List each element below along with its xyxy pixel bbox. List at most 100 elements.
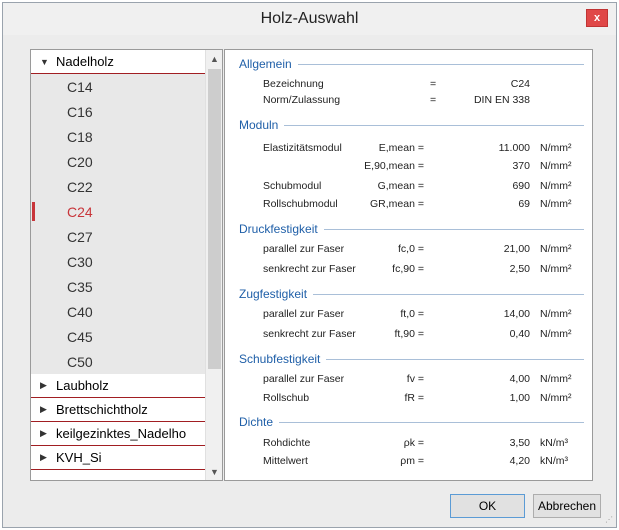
- prop-row-norm: Norm/Zulassung = DIN EN 338: [225, 94, 594, 110]
- grade-item-c22[interactable]: C22: [31, 174, 205, 199]
- close-button[interactable]: x: [586, 9, 608, 27]
- group-label: Nadelholz: [56, 54, 114, 69]
- prop-symbol: ft,90 =: [394, 328, 424, 340]
- prop-value: DIN EN 338: [473, 94, 530, 106]
- prop-unit: N/mm²: [540, 198, 572, 210]
- properties-panel: Allgemein Bezeichnung = C24 Norm/Zulassu…: [224, 49, 593, 481]
- grade-item-c16[interactable]: C16: [31, 99, 205, 124]
- triangle-right-icon[interactable]: ▶: [40, 380, 52, 391]
- prop-symbol: E,mean =: [378, 142, 424, 154]
- group-label: keilgezinktes_Nadelho: [56, 426, 187, 441]
- resize-grip-icon[interactable]: ⋰: [605, 515, 613, 524]
- chevron-down-icon[interactable]: ▼: [206, 463, 222, 480]
- triangle-down-icon[interactable]: ▼: [40, 57, 52, 67]
- prop-row-ft0: parallel zur Faser ft,0 = 14,00 N/mm²: [225, 308, 594, 324]
- prop-unit: N/mm²: [540, 373, 572, 385]
- prop-name: Norm/Zulassung: [263, 94, 341, 106]
- group-brettschichtholz[interactable]: ▶ Brettschichtholz: [31, 398, 205, 422]
- prop-row-rohdichte: Rohdichte ρk = 3,50 kN/m³: [225, 437, 594, 453]
- prop-name: Bezeichnung: [263, 78, 324, 90]
- prop-value: C24: [510, 78, 530, 90]
- prop-name: Rollschubmodul: [263, 198, 338, 210]
- prop-value: 690: [512, 180, 530, 192]
- title-bar: Holz-Auswahl x: [3, 3, 616, 35]
- prop-value: 11.000: [498, 142, 530, 154]
- prop-value: 4,20: [509, 455, 530, 467]
- prop-name: parallel zur Faser: [263, 243, 345, 255]
- grade-item-c24-selected[interactable]: C24: [31, 199, 205, 224]
- prop-value: 21,00: [503, 243, 530, 255]
- section-divider: [323, 228, 584, 230]
- grade-item-c45[interactable]: C45: [31, 324, 205, 349]
- prop-value: 3,50: [509, 437, 530, 449]
- prop-equals: =: [430, 78, 437, 90]
- section-zugfestigkeit: Zugfestigkeit: [239, 287, 584, 301]
- section-divider: [284, 124, 584, 126]
- triangle-right-icon[interactable]: ▶: [40, 404, 52, 415]
- section-title: Dichte: [239, 415, 274, 429]
- wood-type-list[interactable]: ▼ Nadelholz C14 C16 C18 C20 C22 C24 C27 …: [30, 49, 223, 481]
- prop-symbol: ft,0 =: [400, 308, 424, 320]
- prop-row-elastizitaetsmodul: Elastizitätsmodul E,mean = 11.000 N/mm²: [225, 142, 594, 158]
- section-druckfestigkeit: Druckfestigkeit: [239, 222, 584, 236]
- section-allgemein: Allgemein: [239, 57, 584, 71]
- prop-name: Rohdichte: [263, 437, 311, 449]
- grade-item-c14[interactable]: C14: [31, 74, 205, 99]
- prop-name: Rollschub: [263, 392, 310, 404]
- prop-value: 4,00: [509, 373, 530, 385]
- grade-item-c18[interactable]: C18: [31, 124, 205, 149]
- prop-name: parallel zur Faser: [263, 308, 345, 320]
- group-keilgezinktes-nadelholz[interactable]: ▶ keilgezinktes_Nadelho: [31, 422, 205, 446]
- prop-value: 2,50: [509, 263, 530, 275]
- group-label: KVH_Si: [56, 450, 102, 465]
- ok-button[interactable]: OK: [450, 494, 525, 518]
- prop-unit: N/mm²: [540, 392, 572, 404]
- section-moduln: Moduln: [239, 118, 584, 132]
- section-title: Allgemein: [239, 57, 292, 71]
- group-laubholz[interactable]: ▶ Laubholz: [31, 374, 205, 398]
- close-icon: x: [593, 12, 601, 24]
- section-title: Zugfestigkeit: [239, 287, 308, 301]
- grade-item-c20[interactable]: C20: [31, 149, 205, 174]
- prop-name: parallel zur Faser: [263, 373, 345, 385]
- prop-unit: N/mm²: [540, 243, 572, 255]
- group-nadelholz[interactable]: ▼ Nadelholz: [31, 50, 205, 74]
- prop-unit: N/mm²: [540, 180, 572, 192]
- prop-row-fc0: parallel zur Faser fc,0 = 21,00 N/mm²: [225, 243, 594, 259]
- grade-item-c27[interactable]: C27: [31, 224, 205, 249]
- prop-name: Schubmodul: [263, 180, 322, 192]
- group-label: Laubholz: [56, 378, 109, 393]
- scrollbar-thumb[interactable]: [208, 69, 221, 369]
- cancel-button[interactable]: Abbrechen: [533, 494, 601, 518]
- grade-item-c35[interactable]: C35: [31, 274, 205, 299]
- grade-item-c40[interactable]: C40: [31, 299, 205, 324]
- prop-symbol: fR =: [404, 392, 424, 404]
- window-title: Holz-Auswahl: [260, 10, 359, 27]
- grade-item-c50[interactable]: C50: [31, 349, 205, 374]
- grade-item-c30[interactable]: C30: [31, 249, 205, 274]
- prop-unit: N/mm²: [540, 160, 572, 172]
- section-divider: [279, 421, 584, 423]
- prop-symbol: fc,0 =: [398, 243, 424, 255]
- chevron-up-icon[interactable]: ▲: [206, 50, 222, 67]
- group-kvh-si[interactable]: ▶ KVH_Si: [31, 446, 205, 470]
- prop-name: senkrecht zur Faser: [263, 263, 356, 275]
- prop-name: senkrecht zur Faser: [263, 328, 356, 340]
- group-label: Brettschichtholz: [56, 402, 148, 417]
- prop-symbol: fc,90 =: [392, 263, 424, 275]
- prop-row-fc90: senkrecht zur Faser fc,90 = 2,50 N/mm²: [225, 263, 594, 279]
- prop-symbol: ρk =: [403, 437, 424, 449]
- list-scrollbar[interactable]: ▲ ▼: [205, 50, 222, 480]
- prop-equals: =: [430, 94, 437, 106]
- section-divider: [297, 63, 584, 65]
- section-title: Schubfestigkeit: [239, 352, 321, 366]
- prop-symbol: ρm =: [400, 455, 424, 467]
- prop-value: 69: [518, 198, 530, 210]
- prop-value: 1,00: [509, 392, 530, 404]
- prop-value: 14,00: [503, 308, 530, 320]
- prop-name: Elastizitätsmodul: [263, 142, 342, 154]
- triangle-right-icon[interactable]: ▶: [40, 452, 52, 463]
- prop-symbol: GR,mean =: [370, 198, 424, 210]
- section-divider: [326, 358, 584, 360]
- triangle-right-icon[interactable]: ▶: [40, 428, 52, 439]
